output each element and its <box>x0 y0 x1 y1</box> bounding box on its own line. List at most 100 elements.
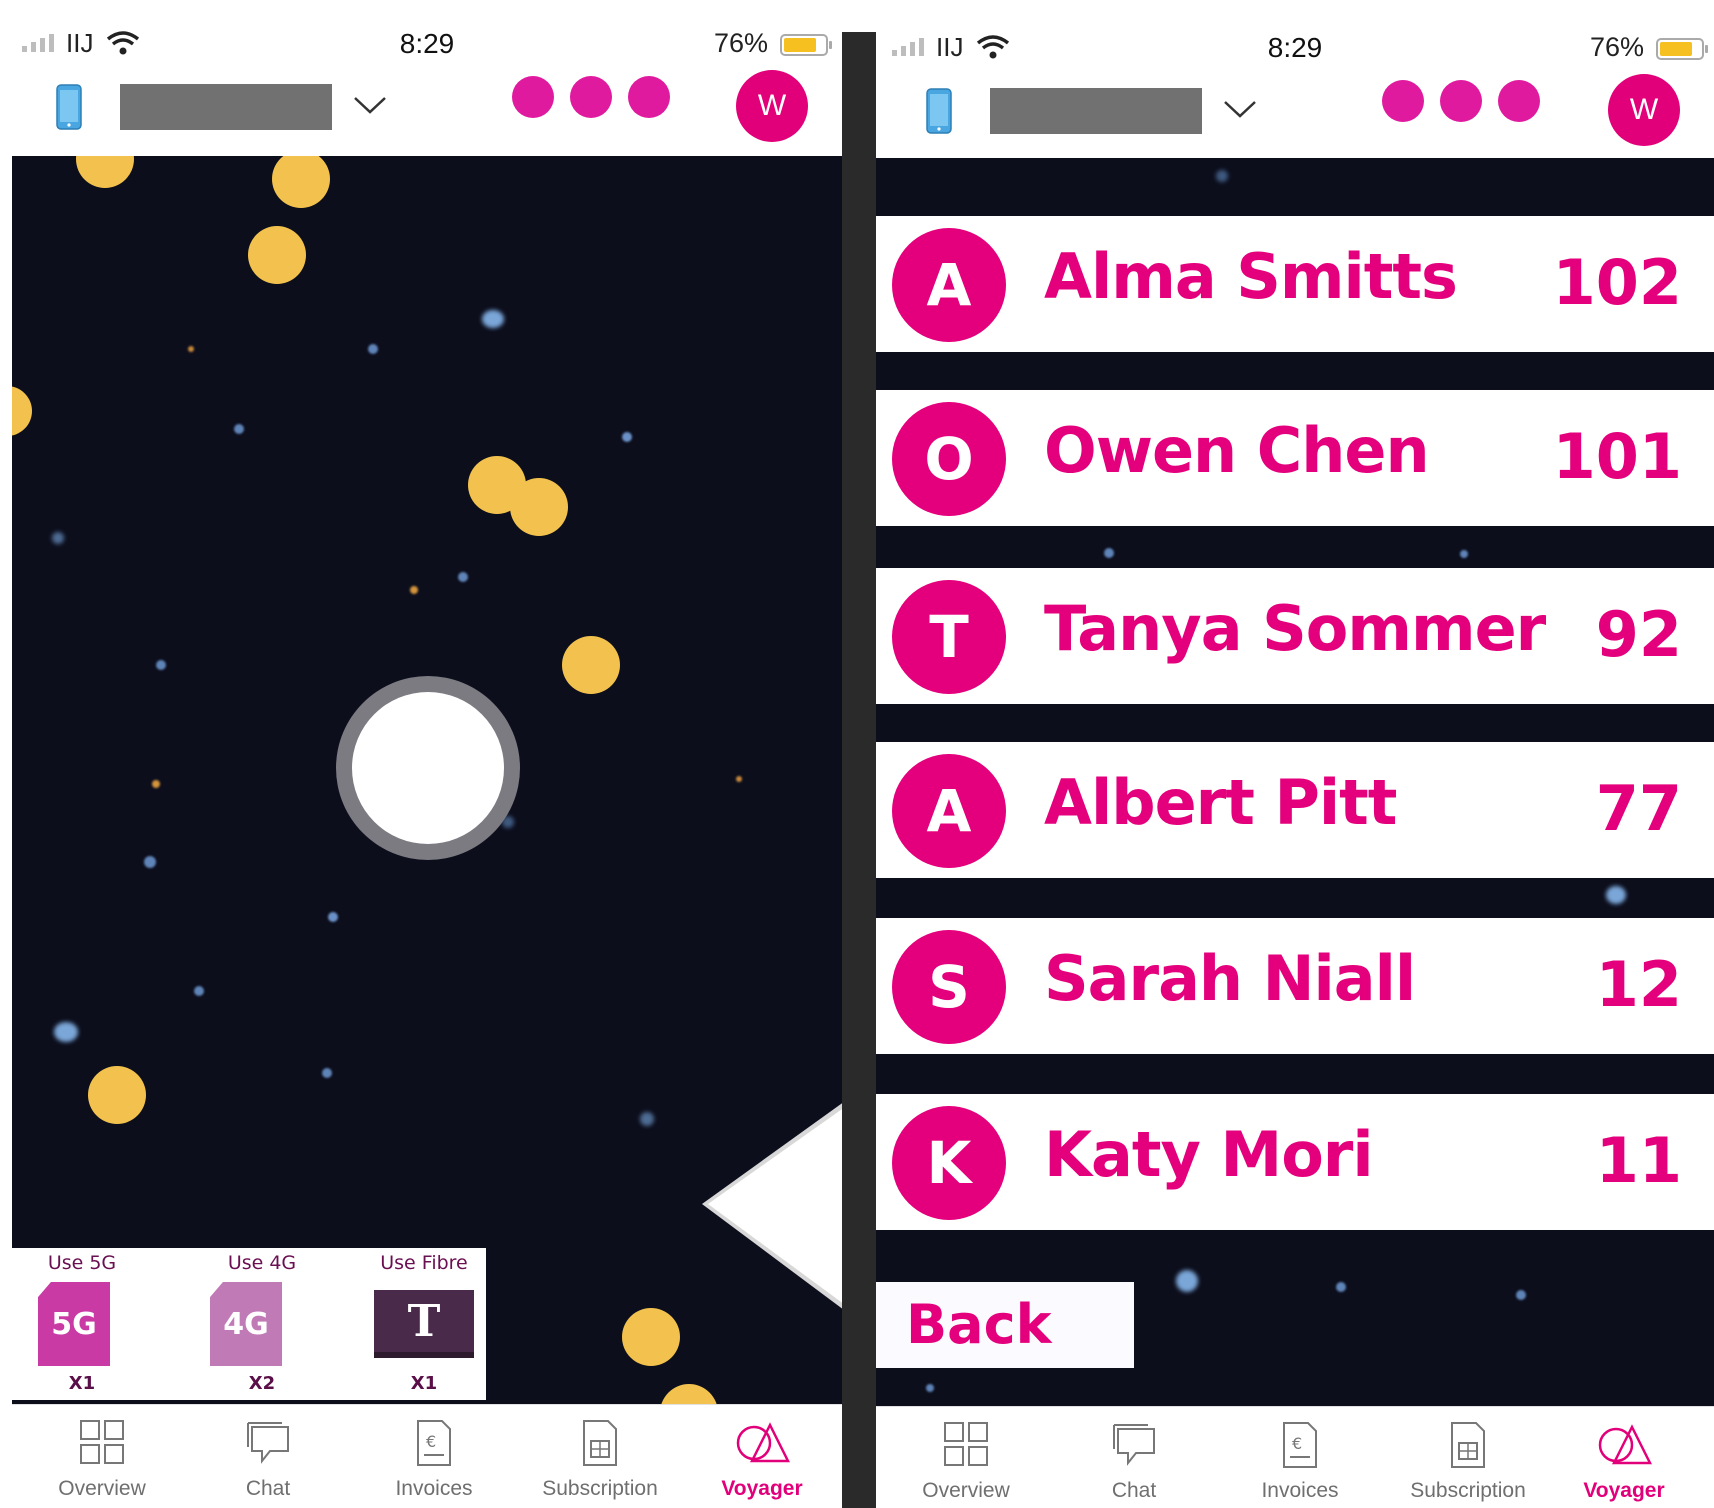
tab-subscription[interactable]: Subscription <box>520 1405 680 1508</box>
tab-overview[interactable]: Overview <box>22 1405 182 1508</box>
sim-5g-icon: 5G <box>38 1282 110 1366</box>
user-avatar[interactable]: W <box>1608 74 1680 146</box>
player-initial-avatar: O <box>892 402 1006 516</box>
tab-voyager[interactable]: Voyager <box>682 1405 842 1508</box>
game-canvas[interactable] <box>12 156 842 1404</box>
coin <box>510 478 568 536</box>
player-score: 77 <box>1595 772 1682 845</box>
tab-voyager[interactable]: Voyager <box>1544 1407 1704 1508</box>
powerup-label: Use Fibre <box>380 1252 468 1274</box>
screen-divider <box>840 32 876 1508</box>
star <box>54 1022 78 1042</box>
player-initial-avatar: T <box>892 580 1006 694</box>
coin <box>76 156 134 188</box>
player-score: 11 <box>1595 1124 1682 1197</box>
star <box>156 660 166 670</box>
chat-bubble-icon <box>1113 1424 1155 1466</box>
tab-overview[interactable]: Overview <box>886 1407 1046 1508</box>
coin <box>562 636 620 694</box>
chat-bubble-icon <box>247 1422 289 1464</box>
tab-label: Chat <box>245 1477 291 1500</box>
player-ship[interactable] <box>352 692 504 844</box>
player-name: Albert Pitt <box>1044 766 1397 839</box>
tab-subscription[interactable]: Subscription <box>1388 1407 1548 1508</box>
leaderboard-row: S Sarah Niall 12 <box>876 918 1714 1054</box>
player-initial-avatar: A <box>892 228 1006 342</box>
tab-label: Invoices <box>395 1477 473 1500</box>
tab-invoices[interactable]: € Invoices <box>1220 1407 1380 1508</box>
star <box>144 856 156 868</box>
player-name: Tanya Sommer <box>1044 592 1546 665</box>
star <box>926 1384 934 1392</box>
leaderboard-row: A Alma Smitts 102 <box>876 216 1714 352</box>
sim-4g-icon: 4G <box>210 1282 282 1366</box>
player-initial-avatar: S <box>892 930 1006 1044</box>
chevron-down-icon[interactable] <box>1222 94 1258 124</box>
more-dots-icon[interactable] <box>512 76 670 118</box>
player-name: Owen Chen <box>1044 414 1430 487</box>
app-comparison: IIJ 8:29 76% W Use 5G 5G X1 Use 4G 4G X2… <box>0 0 1714 1508</box>
star <box>736 776 742 782</box>
tab-label: Voyager <box>1583 1479 1665 1502</box>
star <box>368 344 378 354</box>
player-score: 101 <box>1552 420 1682 493</box>
more-dots-icon[interactable] <box>1382 80 1540 122</box>
star <box>1176 1270 1198 1292</box>
tab-label: Invoices <box>1261 1479 1339 1502</box>
powerups-panel: Use 5G 5G X1 Use 4G 4G X2 Use Fibre T X1 <box>12 1248 486 1400</box>
leaderboard-row: O Owen Chen 101 <box>876 390 1714 526</box>
tab-chat[interactable]: Chat <box>1054 1407 1214 1508</box>
star <box>1516 1290 1526 1300</box>
battery-icon <box>780 34 832 56</box>
leaderboard-row: T Tanya Sommer 92 <box>876 568 1714 704</box>
star <box>622 432 632 442</box>
star <box>1216 170 1228 182</box>
coin <box>248 226 306 284</box>
tab-label: Overview <box>922 1479 1010 1502</box>
coin <box>272 156 330 208</box>
leaderboard-row: A Albert Pitt 77 <box>876 742 1714 878</box>
tab-chat[interactable]: Chat <box>188 1405 348 1508</box>
star <box>458 572 468 582</box>
invoice-euro-icon: € <box>417 1420 451 1466</box>
account-name-redacted[interactable] <box>120 84 332 130</box>
powerup-count: X2 <box>248 1373 276 1394</box>
app-header: W <box>876 72 1714 160</box>
player-score: 102 <box>1552 246 1682 319</box>
back-button[interactable]: Back <box>876 1282 1134 1368</box>
tab-invoices[interactable]: € Invoices <box>354 1405 514 1508</box>
star <box>1460 550 1468 558</box>
battery-percent: 76% <box>713 28 768 58</box>
fibre-telekom-icon: T <box>374 1290 474 1358</box>
smartphone-icon[interactable] <box>56 84 82 130</box>
star <box>1606 886 1626 904</box>
powerup-label: Use 5G <box>47 1252 117 1274</box>
svg-text:€: € <box>426 1432 436 1451</box>
star <box>410 586 418 594</box>
powerup-count: X1 <box>68 1373 96 1394</box>
chevron-down-icon[interactable] <box>352 90 388 120</box>
smartphone-icon[interactable] <box>926 88 952 134</box>
game-screen: IIJ 8:29 76% W Use 5G 5G X1 Use 4G 4G X2… <box>12 0 842 1508</box>
user-avatar[interactable]: W <box>736 70 808 142</box>
star <box>152 780 160 788</box>
leaderboard-background: A Alma Smitts 102 O Owen Chen 101 T Tany… <box>876 158 1714 1406</box>
star <box>640 1112 654 1126</box>
tab-label: Chat <box>1111 1479 1157 1502</box>
player-name: Alma Smitts <box>1044 240 1458 313</box>
voyager-shapes-icon <box>1598 1424 1652 1465</box>
powerup-fibre[interactable]: Use Fibre T X1 <box>354 1248 494 1400</box>
tab-label: Subscription <box>542 1477 658 1500</box>
powerup-5g[interactable]: Use 5G 5G X1 <box>12 1248 152 1400</box>
player-score: 92 <box>1595 598 1682 671</box>
player-score: 12 <box>1595 948 1682 1021</box>
left-arrow-button[interactable] <box>702 1096 842 1336</box>
clock: 8:29 <box>1267 32 1323 63</box>
coin <box>88 1066 146 1124</box>
bottom-tab-bar: Overview Chat € Invoices Subscription Vo… <box>876 1406 1714 1508</box>
powerup-4g[interactable]: Use 4G 4G X2 <box>192 1248 332 1400</box>
account-name-redacted[interactable] <box>990 88 1202 134</box>
powerup-label: Use 4G <box>227 1252 297 1274</box>
powerup-count: X1 <box>410 1373 438 1394</box>
status-bar: IIJ 8:29 76% <box>876 26 1714 66</box>
